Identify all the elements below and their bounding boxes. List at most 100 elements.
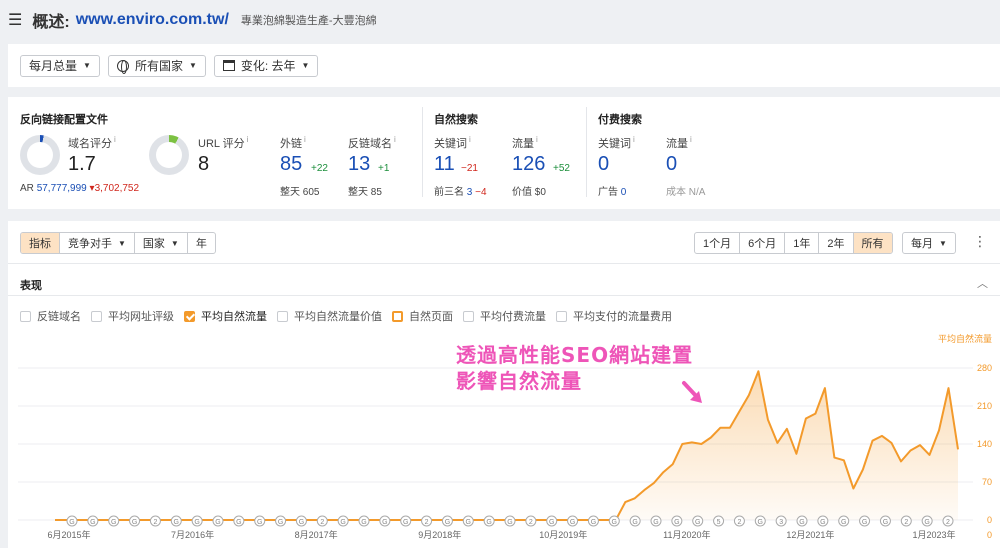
checkbox[interactable]	[20, 310, 31, 322]
annotation-marker[interactable]: G	[921, 515, 933, 527]
range-2-years[interactable]: 2年	[819, 233, 854, 253]
annotation-marker[interactable]: 5	[713, 515, 725, 527]
tab-year[interactable]: 年	[188, 233, 215, 253]
annotation-marker[interactable]: 2	[942, 515, 954, 527]
annotation-marker[interactable]: G	[108, 515, 120, 527]
change-period-dropdown[interactable]: 变化: 去年 ▼	[213, 54, 319, 77]
tab-metrics[interactable]: 指标	[21, 233, 60, 253]
domain-rating-label[interactable]: 域名评分 i	[68, 135, 116, 151]
organic-top3-value[interactable]: 3	[467, 187, 473, 198]
legend-avg-paid-traffic[interactable]: 平均付费流量	[463, 308, 546, 324]
backlinks-label[interactable]: 外链 i	[280, 135, 306, 151]
annotation-marker[interactable]: G	[754, 515, 766, 527]
annotation-marker[interactable]: 2	[525, 515, 537, 527]
organic-traffic-value[interactable]: 126	[512, 153, 545, 176]
annotation-marker[interactable]: G	[337, 515, 349, 527]
info-icon[interactable]: i	[690, 135, 692, 144]
checkbox[interactable]	[556, 310, 567, 322]
annotation-marker[interactable]: 2	[900, 515, 912, 527]
annotation-marker[interactable]: 2	[733, 515, 745, 527]
organic-keywords-value[interactable]: 11	[434, 153, 455, 176]
refdomains-value[interactable]: 13	[348, 153, 370, 176]
organic-keywords-label[interactable]: 关键词 i	[434, 135, 471, 151]
legend-avg-organic-value[interactable]: 平均自然流量价值	[277, 308, 382, 324]
collapse-chevron-icon[interactable]: ︿	[977, 275, 988, 291]
paid-keywords-value[interactable]: 0	[598, 153, 609, 176]
backlinks-value[interactable]: 85	[280, 153, 302, 176]
country-dropdown[interactable]: 所有国家 ▼	[107, 54, 206, 77]
tab-competitors[interactable]: 竞争对手 ▼	[60, 233, 135, 253]
annotation-marker[interactable]: 2	[149, 515, 161, 527]
refdomains-label[interactable]: 反链域名 i	[348, 135, 396, 151]
checkbox[interactable]	[277, 310, 288, 322]
range-1-year[interactable]: 1年	[785, 233, 820, 253]
checkbox-checked[interactable]	[184, 310, 195, 322]
info-icon[interactable]: i	[469, 135, 471, 144]
range-6-months[interactable]: 6个月	[740, 233, 786, 253]
more-options-icon[interactable]: ⋮	[973, 233, 987, 250]
info-icon[interactable]: i	[304, 135, 306, 144]
annotation-marker[interactable]: G	[692, 515, 704, 527]
legend-avg-organic-traffic[interactable]: 平均自然流量	[184, 308, 267, 324]
paid-traffic-label[interactable]: 流量 i	[666, 135, 692, 151]
annotation-marker[interactable]: G	[275, 515, 287, 527]
annotation-marker[interactable]: G	[87, 515, 99, 527]
checkbox[interactable]	[463, 310, 474, 322]
organic-traffic-label[interactable]: 流量 i	[512, 135, 538, 151]
checkbox-outlined[interactable]	[392, 310, 403, 322]
annotation-marker[interactable]: G	[483, 515, 495, 527]
legend-avg-ur[interactable]: 平均网址评级	[91, 308, 174, 324]
annotation-marker[interactable]: G	[587, 515, 599, 527]
annotation-marker[interactable]: G	[838, 515, 850, 527]
interval-dropdown[interactable]: 每月 ▼	[902, 232, 956, 254]
annotation-marker[interactable]: G	[254, 515, 266, 527]
menu-icon[interactable]: ☰	[8, 10, 22, 30]
annotation-marker[interactable]: 2	[421, 515, 433, 527]
annotation-marker[interactable]: G	[191, 515, 203, 527]
tab-country[interactable]: 国家 ▼	[135, 233, 188, 253]
checkbox[interactable]	[91, 310, 102, 322]
annotation-marker[interactable]: G	[462, 515, 474, 527]
paid-ads-value[interactable]: 0	[621, 187, 627, 198]
annotation-marker[interactable]: G	[379, 515, 391, 527]
annotation-marker[interactable]: G	[129, 515, 141, 527]
annotation-marker[interactable]: G	[650, 515, 662, 527]
interval-button[interactable]: 每月 ▼	[903, 233, 955, 253]
annotation-marker[interactable]: G	[358, 515, 370, 527]
annotation-marker[interactable]: G	[859, 515, 871, 527]
ahrefs-rank-value[interactable]: 57,777,999	[37, 183, 87, 194]
annotation-marker[interactable]: G	[504, 515, 516, 527]
legend-organic-pages[interactable]: 自然页面	[392, 308, 453, 324]
annotation-marker[interactable]: G	[400, 515, 412, 527]
annotation-marker[interactable]: G	[441, 515, 453, 527]
annotation-marker[interactable]: G	[608, 515, 620, 527]
annotation-marker[interactable]: G	[671, 515, 683, 527]
annotation-marker[interactable]: G	[817, 515, 829, 527]
legend-avg-paid-cost[interactable]: 平均支付的流量费用	[556, 308, 672, 324]
annotation-marker[interactable]: G	[66, 515, 78, 527]
page-title-domain[interactable]: www.enviro.com.tw/	[76, 11, 229, 29]
annotation-marker[interactable]: G	[295, 515, 307, 527]
annotation-marker[interactable]: G	[546, 515, 558, 527]
annotation-marker[interactable]: G	[879, 515, 891, 527]
url-rating-label[interactable]: URL 评分 i	[198, 135, 248, 151]
annotation-marker[interactable]: G	[170, 515, 182, 527]
monthly-total-dropdown[interactable]: 每月总量 ▼	[20, 54, 100, 77]
info-icon[interactable]: i	[247, 135, 249, 144]
legend-refdomains[interactable]: 反链域名	[20, 308, 81, 324]
annotation-marker[interactable]: 3	[775, 515, 787, 527]
info-icon[interactable]: i	[536, 135, 538, 144]
paid-traffic-value[interactable]: 0	[666, 153, 677, 176]
annotation-marker[interactable]: G	[233, 515, 245, 527]
paid-keywords-label[interactable]: 关键词 i	[598, 135, 635, 151]
range-all[interactable]: 所有	[853, 233, 892, 253]
annotation-marker[interactable]: G	[629, 515, 641, 527]
info-icon[interactable]: i	[114, 135, 116, 144]
annotation-marker[interactable]: G	[212, 515, 224, 527]
annotation-marker[interactable]: G	[567, 515, 579, 527]
range-1-month[interactable]: 1个月	[695, 233, 741, 253]
info-icon[interactable]: i	[633, 135, 635, 144]
info-icon[interactable]: i	[394, 135, 396, 144]
annotation-marker[interactable]: 2	[316, 515, 328, 527]
annotation-marker[interactable]: G	[796, 515, 808, 527]
